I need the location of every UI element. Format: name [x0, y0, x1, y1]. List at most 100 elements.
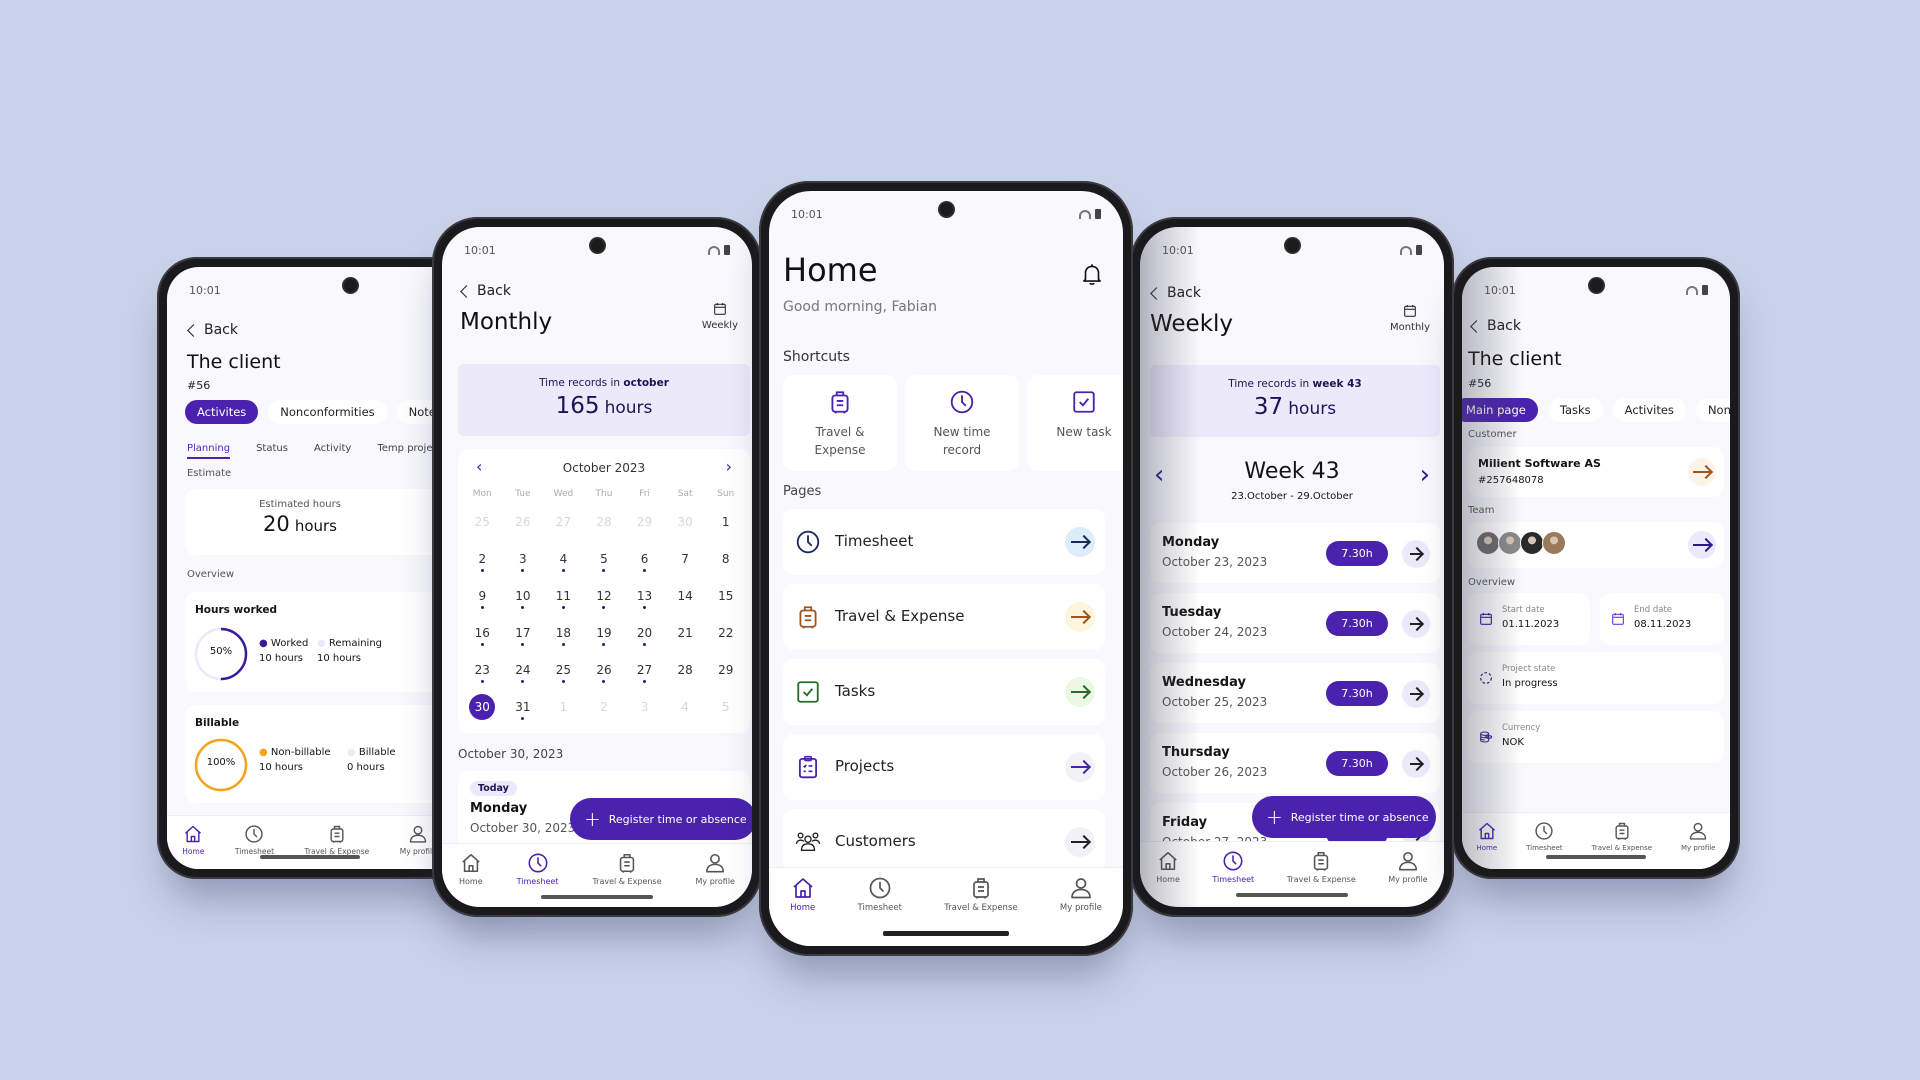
week-day-row[interactable]: Monday October 23, 2023 7.30h [1150, 523, 1440, 583]
calendar-day[interactable]: 19 [584, 622, 625, 652]
calendar-day[interactable]: 31 [503, 696, 544, 726]
calendar-day[interactable]: 9 [462, 585, 503, 615]
back-button[interactable]: Back [187, 322, 238, 338]
tab-tasks[interactable]: Tasks [1547, 398, 1603, 422]
nav-home[interactable]: Home [1476, 821, 1497, 852]
nav-profile[interactable]: My profile [1060, 876, 1102, 913]
calendar-day[interactable]: 7 [665, 548, 706, 578]
nav-home[interactable]: Home [790, 876, 815, 913]
shortcut-card[interactable]: Travel & Expense [783, 375, 897, 471]
nav-travel[interactable]: Travel & Expense [1592, 821, 1652, 852]
nav-travel[interactable]: Travel & Expense [944, 876, 1018, 913]
page-link[interactable]: Timesheet [783, 509, 1105, 575]
calendar-day[interactable]: 17 [503, 622, 544, 652]
calendar-day[interactable]: 30 [665, 511, 706, 541]
back-button[interactable]: Back [1470, 318, 1521, 334]
tab-activites[interactable]: Activites [185, 400, 259, 424]
calendar-day[interactable]: 20 [624, 622, 665, 652]
calendar-day[interactable]: 29 [705, 659, 746, 689]
calendar-day[interactable]: 13 [624, 585, 665, 615]
nav-home[interactable]: Home [182, 824, 204, 856]
week-day-row[interactable]: Wednesday October 25, 2023 7.30h [1150, 663, 1440, 723]
calendar-day[interactable]: 2 [584, 696, 625, 726]
day-arrow-button[interactable] [1402, 680, 1430, 708]
nav-timesheet[interactable]: Timesheet [1526, 821, 1563, 852]
page-link[interactable]: Travel & Expense [783, 584, 1105, 650]
register-time-button[interactable]: + Register time or absence [570, 798, 752, 840]
calendar-day[interactable]: 10 [503, 585, 544, 615]
calendar-day[interactable]: 28 [665, 659, 706, 689]
calendar-day[interactable]: 25 [462, 511, 503, 541]
nav-timesheet[interactable]: Timesheet [235, 824, 274, 856]
register-time-button[interactable]: + Register time or absence [1252, 796, 1436, 838]
calendar-day[interactable]: 21 [665, 622, 706, 652]
calendar-day[interactable]: 14 [665, 585, 706, 615]
calendar-day[interactable]: 26 [584, 659, 625, 689]
subtab-activity[interactable]: Activity [314, 443, 351, 459]
calendar-day[interactable]: 25 [543, 659, 584, 689]
calendar-day[interactable]: 30 [462, 694, 503, 726]
calendar-day[interactable]: 28 [584, 511, 625, 541]
team-card[interactable] [1468, 522, 1724, 568]
calendar-day[interactable]: 23 [462, 659, 503, 689]
calendar-day[interactable]: 8 [705, 548, 746, 578]
day-arrow-button[interactable] [1402, 750, 1430, 778]
subtab-status[interactable]: Status [256, 443, 288, 459]
customer-arrow-button[interactable] [1688, 458, 1716, 486]
calendar-day[interactable]: 26 [503, 511, 544, 541]
nav-profile[interactable]: My profile [1681, 821, 1716, 852]
tab-activites[interactable]: Activites [1612, 398, 1686, 422]
calendar-day[interactable]: 11 [543, 585, 584, 615]
nav-travel[interactable]: Travel & Expense [305, 824, 369, 856]
calendar-day[interactable]: 5 [705, 696, 746, 726]
tab-nonconformities[interactable]: Nonconformities [268, 400, 387, 424]
calendar-day[interactable]: 2 [462, 548, 503, 578]
week-day-row[interactable]: Tuesday October 24, 2023 7.30h [1150, 593, 1440, 653]
page-link[interactable]: Customers [783, 809, 1105, 875]
nav-timesheet[interactable]: Timesheet [858, 876, 902, 913]
monthly-toggle[interactable]: Monthly [1390, 303, 1430, 333]
day-arrow-button[interactable] [1402, 540, 1430, 568]
subtab-planning[interactable]: Planning [187, 443, 231, 459]
bell-icon[interactable] [1079, 261, 1105, 287]
calendar-day[interactable]: 1 [705, 511, 746, 541]
calendar-day[interactable]: 18 [543, 622, 584, 652]
tab-nonconformities[interactable]: Nonconformities [1695, 398, 1730, 422]
calendar-day[interactable]: 22 [705, 622, 746, 652]
page-arrow-button[interactable] [1065, 527, 1095, 557]
back-button[interactable]: Back [460, 283, 511, 299]
nav-travel[interactable]: Travel & Expense [1287, 850, 1356, 884]
page-arrow-button[interactable] [1065, 752, 1095, 782]
prev-month-button[interactable]: ‹ [476, 459, 482, 475]
shortcut-card[interactable]: New time record [905, 375, 1019, 471]
page-arrow-button[interactable] [1065, 677, 1095, 707]
calendar-day[interactable]: 29 [624, 511, 665, 541]
calendar-day[interactable]: 4 [665, 696, 706, 726]
back-button[interactable]: Back [1150, 285, 1201, 301]
calendar-day[interactable]: 4 [543, 548, 584, 578]
nav-timesheet[interactable]: Timesheet [1212, 850, 1254, 884]
tab-main-page[interactable]: Main page [1462, 398, 1538, 422]
calendar-day[interactable]: 16 [462, 622, 503, 652]
calendar-day[interactable]: 27 [624, 659, 665, 689]
shortcut-card[interactable]: New task [1027, 375, 1123, 471]
page-arrow-button[interactable] [1065, 827, 1095, 857]
week-day-row[interactable]: Thursday October 26, 2023 7.30h [1150, 733, 1440, 793]
page-link[interactable]: Projects [783, 734, 1105, 800]
nav-profile[interactable]: My profile [696, 852, 735, 886]
nav-profile[interactable]: My profile [1388, 850, 1428, 884]
calendar-day[interactable]: 1 [543, 696, 584, 726]
calendar-day[interactable]: 5 [584, 548, 625, 578]
nav-timesheet[interactable]: Timesheet [517, 852, 558, 886]
customer-card[interactable]: Milient Software AS #257648078 [1468, 447, 1724, 497]
nav-home[interactable]: Home [459, 852, 483, 886]
calendar-day[interactable]: 12 [584, 585, 625, 615]
calendar-day[interactable]: 6 [624, 548, 665, 578]
calendar-day[interactable]: 3 [503, 548, 544, 578]
calendar-day[interactable]: 15 [705, 585, 746, 615]
nav-travel[interactable]: Travel & Expense [592, 852, 662, 886]
day-arrow-button[interactable] [1402, 610, 1430, 638]
team-arrow-button[interactable] [1688, 531, 1716, 559]
weekly-toggle[interactable]: Weekly [702, 301, 738, 331]
page-link[interactable]: Tasks [783, 659, 1105, 725]
